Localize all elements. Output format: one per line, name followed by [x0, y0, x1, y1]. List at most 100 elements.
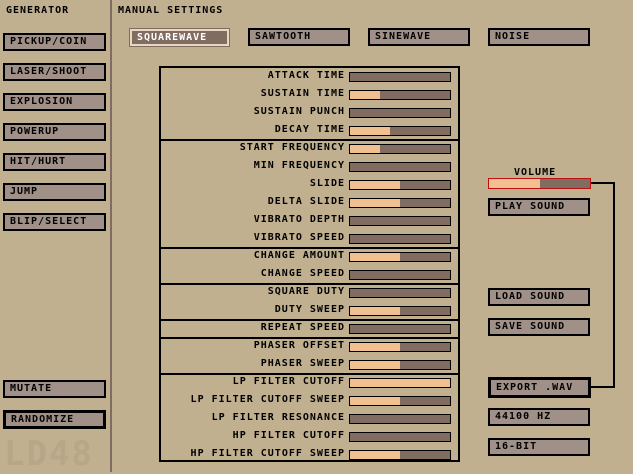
param-slider[interactable]: [349, 252, 451, 262]
param-slider[interactable]: [349, 180, 451, 190]
param-label: REPEAT SPEED: [260, 322, 345, 333]
param-slider-fill: [350, 307, 400, 315]
param-row: VIBRATO DEPTH: [161, 212, 458, 230]
param-row: HP FILTER CUTOFF SWEEP: [161, 446, 458, 464]
generator-title: GENERATOR: [6, 5, 70, 16]
explosion-button[interactable]: EXPLOSION: [3, 93, 106, 111]
param-group-divider: [161, 337, 458, 339]
param-slider[interactable]: [349, 342, 451, 352]
param-label: DUTY SWEEP: [274, 304, 345, 315]
param-row: START FREQUENCY: [161, 140, 458, 158]
param-label: DECAY TIME: [274, 124, 345, 135]
load-sound-button[interactable]: LOAD SOUND: [488, 288, 590, 306]
param-row: PHASER SWEEP: [161, 356, 458, 374]
param-row: SUSTAIN PUNCH: [161, 104, 458, 122]
param-slider-fill: [350, 127, 390, 135]
param-slider[interactable]: [349, 378, 451, 388]
param-label: START FREQUENCY: [239, 142, 345, 153]
param-row: DECAY TIME: [161, 122, 458, 140]
param-slider[interactable]: [349, 144, 451, 154]
param-label: VIBRATO DEPTH: [253, 214, 345, 225]
manual-settings-title: MANUAL SETTINGS: [118, 5, 224, 16]
param-slider-fill: [350, 397, 400, 405]
wave-sinewave-button[interactable]: SINEWAVE: [368, 28, 470, 46]
volume-label: VOLUME: [514, 167, 557, 178]
volume-slider[interactable]: [488, 178, 591, 189]
jump-button[interactable]: JUMP: [3, 183, 106, 201]
param-slider[interactable]: [349, 216, 451, 226]
param-group-divider: [161, 319, 458, 321]
export-wav-button[interactable]: EXPORT .WAV: [488, 377, 591, 398]
param-slider[interactable]: [349, 414, 451, 424]
param-label: PHASER SWEEP: [260, 358, 345, 369]
param-label: CHANGE SPEED: [260, 268, 345, 279]
param-slider[interactable]: [349, 126, 451, 136]
blip-select-button[interactable]: BLIP/SELECT: [3, 213, 106, 231]
param-group-divider: [161, 283, 458, 285]
param-slider-fill: [350, 379, 450, 387]
param-label: DELTA SLIDE: [267, 196, 345, 207]
param-slider[interactable]: [349, 162, 451, 172]
powerup-button[interactable]: POWERUP: [3, 123, 106, 141]
param-row: DUTY SWEEP: [161, 302, 458, 320]
param-slider[interactable]: [349, 360, 451, 370]
param-row: CHANGE SPEED: [161, 266, 458, 284]
param-slider[interactable]: [349, 270, 451, 280]
param-slider[interactable]: [349, 90, 451, 100]
param-label: SUSTAIN TIME: [260, 88, 345, 99]
wave-sawtooth-button[interactable]: SAWTOOTH: [248, 28, 350, 46]
param-label: SUSTAIN PUNCH: [253, 106, 345, 117]
save-sound-button[interactable]: SAVE SOUND: [488, 318, 590, 336]
param-slider[interactable]: [349, 450, 451, 460]
wave-noise-button[interactable]: NOISE: [488, 28, 590, 46]
sample-rate-button[interactable]: 44100 HZ: [488, 408, 590, 426]
param-label: CHANGE AMOUNT: [253, 250, 345, 261]
randomize-button[interactable]: RANDOMIZE: [3, 410, 106, 429]
param-slider-fill: [350, 253, 400, 261]
param-label: VIBRATO SPEED: [253, 232, 345, 243]
param-group-divider: [161, 139, 458, 141]
play-sound-button[interactable]: PLAY SOUND: [488, 198, 590, 216]
param-slider-fill: [350, 181, 400, 189]
hit-hurt-button[interactable]: HIT/HURT: [3, 153, 106, 171]
param-slider[interactable]: [349, 198, 451, 208]
pickup-coin-button[interactable]: PICKUP/COIN: [3, 33, 106, 51]
param-label: SLIDE: [309, 178, 345, 189]
wave-squarewave-button[interactable]: SQUAREWAVE: [129, 28, 230, 47]
param-row: LP FILTER RESONANCE: [161, 410, 458, 428]
param-row: SUSTAIN TIME: [161, 86, 458, 104]
param-label: SQUARE DUTY: [267, 286, 345, 297]
param-slider[interactable]: [349, 234, 451, 244]
param-slider[interactable]: [349, 432, 451, 442]
ld48-logo: LD48: [4, 434, 94, 474]
param-row: LP FILTER CUTOFF: [161, 374, 458, 392]
param-slider[interactable]: [349, 324, 451, 334]
param-row: PHASER OFFSET: [161, 338, 458, 356]
param-row: SLIDE: [161, 176, 458, 194]
param-slider[interactable]: [349, 288, 451, 298]
param-row: VIBRATO SPEED: [161, 230, 458, 248]
param-row: LP FILTER CUTOFF SWEEP: [161, 392, 458, 410]
param-group-divider: [161, 247, 458, 249]
param-label: HP FILTER CUTOFF: [232, 430, 345, 441]
param-slider-fill: [350, 361, 400, 369]
param-row: MIN FREQUENCY: [161, 158, 458, 176]
param-label: LP FILTER CUTOFF: [232, 376, 345, 387]
param-slider[interactable]: [349, 108, 451, 118]
param-label: LP FILTER CUTOFF SWEEP: [190, 394, 345, 405]
volume-slider-fill: [489, 179, 540, 188]
bit-depth-button[interactable]: 16-BIT: [488, 438, 590, 456]
param-row: HP FILTER CUTOFF: [161, 428, 458, 446]
param-slider[interactable]: [349, 72, 451, 82]
mutate-button[interactable]: MUTATE: [3, 380, 106, 398]
param-slider-fill: [350, 199, 400, 207]
param-label: HP FILTER CUTOFF SWEEP: [190, 448, 345, 459]
param-slider-fill: [350, 91, 380, 99]
param-row: SQUARE DUTY: [161, 284, 458, 302]
sidebar-divider: [110, 0, 112, 472]
param-slider[interactable]: [349, 306, 451, 316]
param-slider[interactable]: [349, 396, 451, 406]
param-row: REPEAT SPEED: [161, 320, 458, 338]
laser-shoot-button[interactable]: LASER/SHOOT: [3, 63, 106, 81]
param-label: PHASER OFFSET: [253, 340, 345, 351]
